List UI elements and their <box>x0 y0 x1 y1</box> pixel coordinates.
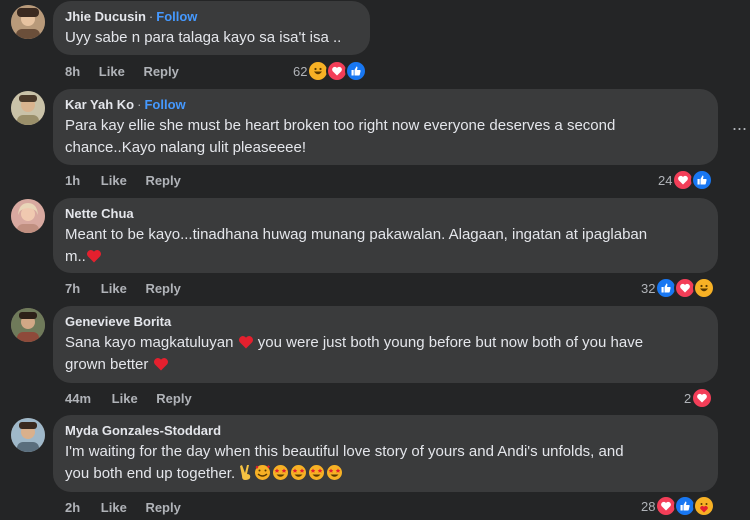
timestamp[interactable]: 8h <box>65 64 80 80</box>
timestamp[interactable]: 2h <box>65 500 80 516</box>
like-button[interactable]: Like <box>99 64 125 80</box>
like-button[interactable]: Like <box>112 391 138 407</box>
more-options-icon[interactable]: ··· <box>729 118 749 138</box>
comment-bubble: Genevieve Borita Sana kayo magkatuluyan … <box>53 306 718 383</box>
comment-text: Para kay ellie she must be heart broken … <box>65 115 706 159</box>
comment-text-line: Para kay ellie she must be heart broken … <box>65 117 616 134</box>
comment-text-line: you both end up together. <box>65 465 236 482</box>
avatar[interactable] <box>11 418 45 452</box>
author-name[interactable]: Jhie Ducusin <box>65 9 146 24</box>
reaction-summary[interactable]: 62 <box>293 60 368 82</box>
separator-dot: · <box>137 97 142 112</box>
comment-text: Meant to be kayo...tinadhana huwag munan… <box>65 224 706 268</box>
avatar[interactable] <box>11 199 45 233</box>
red-heart-emoji <box>153 358 168 371</box>
comment-actions: 2h Like Reply <box>65 500 181 516</box>
author-name[interactable]: Genevieve Borita <box>65 314 171 329</box>
timestamp[interactable]: 7h <box>65 281 80 297</box>
comment-text-line: chance..Kayo nalang ulit pleaseeee! <box>65 139 307 156</box>
haha-icon <box>693 277 716 299</box>
care-icon <box>693 495 716 517</box>
victory-hand-emoji <box>240 465 251 480</box>
comment-bubble: Jhie Ducusin · Follow Uyy sabe n para tala… <box>53 1 370 55</box>
comment-actions: 8h Like Reply <box>65 64 179 80</box>
author-name[interactable]: Nette Chua <box>65 206 134 221</box>
star-struck-emoji <box>327 465 343 480</box>
comment-text: Sana kayo magkatuluyan you were just bot… <box>65 332 706 376</box>
avatar[interactable] <box>11 91 45 125</box>
like-button[interactable]: Like <box>101 281 127 297</box>
follow-button[interactable]: Follow <box>144 97 185 112</box>
separator-dot: · <box>148 9 154 24</box>
star-struck-emoji <box>291 465 307 480</box>
reply-button[interactable]: Reply <box>145 173 180 189</box>
star-struck-emoji <box>309 465 325 480</box>
reply-button[interactable]: Reply <box>156 391 191 407</box>
timestamp[interactable]: 1h <box>65 173 80 189</box>
comment-text: Uyy sabe n para talaga kayo sa isa't isa… <box>65 29 342 46</box>
comment-text-line: m.. <box>65 248 86 265</box>
like-icon <box>691 169 714 191</box>
reaction-count: 2 <box>684 390 692 406</box>
author-name[interactable]: Myda Gonzales-Stoddard <box>65 423 221 438</box>
star-struck-emoji <box>273 465 289 480</box>
timestamp[interactable]: 44m <box>65 391 91 407</box>
comment-text-line: grown better <box>65 356 149 373</box>
comment-actions: 1h Like Reply <box>65 173 181 189</box>
reaction-summary[interactable]: 32 <box>641 277 716 299</box>
red-heart-emoji <box>86 250 101 263</box>
smiling-face-with-hearts-emoji <box>255 465 271 480</box>
love-icon <box>691 387 714 409</box>
reaction-summary[interactable]: 28 <box>641 495 716 517</box>
comment-actions: 7h Like Reply <box>65 281 181 297</box>
follow-button[interactable]: Follow <box>156 9 197 24</box>
reaction-count: 62 <box>293 63 308 79</box>
comment-bubble: Nette Chua Meant to be kayo...tinadhana … <box>53 198 718 273</box>
comment-bubble: Kar Yah Ko · Follow Para kay ellie she mus… <box>53 89 718 165</box>
avatar[interactable] <box>11 5 45 39</box>
reaction-summary[interactable]: 24 <box>658 169 714 191</box>
like-button[interactable]: Like <box>101 500 127 516</box>
like-button[interactable]: Like <box>101 173 127 189</box>
reaction-count: 24 <box>658 172 673 188</box>
comment-text-line: you were just both young before but now … <box>257 334 644 351</box>
red-heart-emoji <box>238 336 253 349</box>
comment-text-line: I'm waiting for the day when this beauti… <box>65 443 624 460</box>
reaction-summary[interactable]: 2 <box>684 387 714 409</box>
reply-button[interactable]: Reply <box>143 64 178 80</box>
comment-actions: 44m Like Reply <box>65 391 192 407</box>
comment-text-line: Sana kayo magkatuluyan <box>65 334 234 351</box>
like-icon <box>345 60 368 82</box>
comment-text: I'm waiting for the day when this beauti… <box>65 441 706 485</box>
reaction-count: 28 <box>641 498 656 514</box>
author-name[interactable]: Kar Yah Ko <box>65 97 134 112</box>
reply-button[interactable]: Reply <box>145 281 180 297</box>
reply-button[interactable]: Reply <box>145 500 180 516</box>
avatar[interactable] <box>11 308 45 342</box>
comment-bubble: Myda Gonzales-Stoddard I'm waiting for t… <box>53 415 718 492</box>
reaction-count: 32 <box>641 280 656 296</box>
comment-text-line: Meant to be kayo...tinadhana huwag munan… <box>65 226 648 243</box>
